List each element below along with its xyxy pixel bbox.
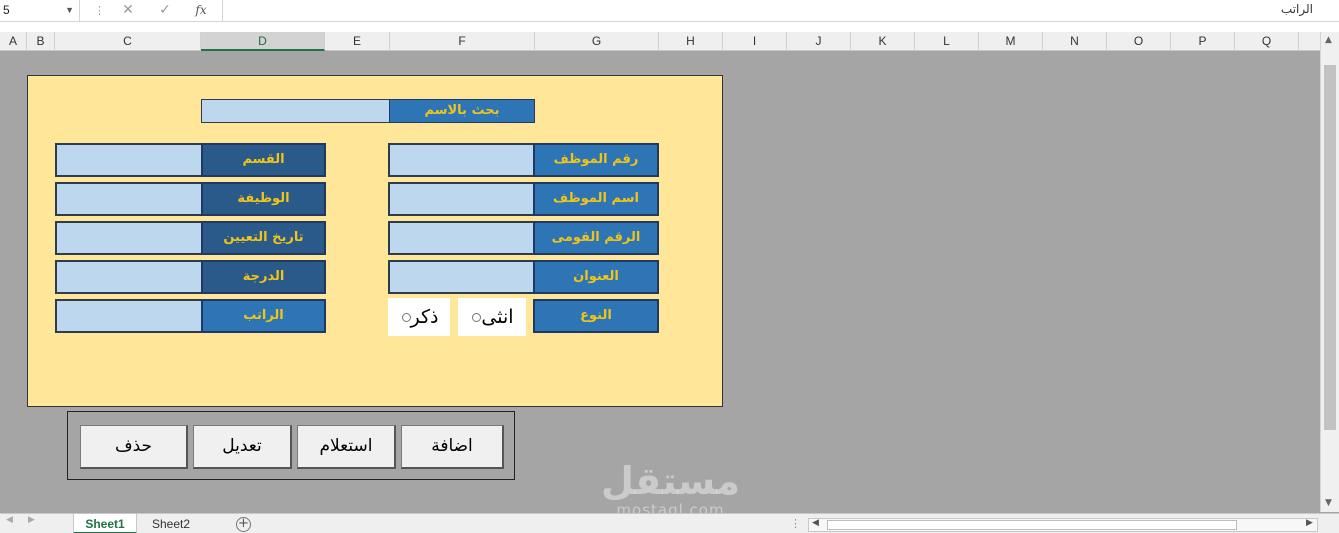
grip-icon: ⋮	[94, 4, 105, 17]
column-B[interactable]: B	[27, 32, 55, 51]
column-N[interactable]: N	[1043, 32, 1107, 51]
chevron-down-icon[interactable]: ▼	[65, 0, 74, 21]
vertical-scrollbar[interactable]: ▲ ▼	[1320, 32, 1339, 512]
name-box[interactable]: 5 ▼	[0, 0, 80, 21]
enter-icon[interactable]: ✓	[153, 0, 177, 21]
watermark: مستقل mostaql.com	[598, 460, 743, 518]
column-M[interactable]: M	[979, 32, 1043, 51]
salary-input[interactable]	[55, 299, 203, 333]
search-label: بحث بالاسم	[389, 99, 535, 123]
hire-date-label: تاريخ التعيين	[201, 221, 326, 255]
scroll-left-icon[interactable]: ◀	[812, 518, 819, 528]
gender-label: النوع	[533, 299, 659, 333]
grade-input[interactable]	[55, 260, 203, 294]
column-Q[interactable]: Q	[1235, 32, 1299, 51]
column-L[interactable]: L	[915, 32, 979, 51]
column-J[interactable]: J	[787, 32, 851, 51]
search-input[interactable]	[201, 99, 391, 123]
scroll-down-icon[interactable]: ▼	[1325, 498, 1332, 508]
delete-button[interactable]: حذف	[80, 425, 188, 469]
column-K[interactable]: K	[851, 32, 915, 51]
employee-name-input[interactable]	[388, 182, 535, 216]
name-box-value: 5	[3, 3, 10, 17]
department-input[interactable]	[55, 143, 203, 177]
employee-name-label: اسم الموظف	[533, 182, 659, 216]
gender-male-label: ذكر	[410, 306, 439, 328]
gender-male-option[interactable]: ذكر	[388, 298, 450, 336]
scroll-up-icon[interactable]: ▲	[1325, 35, 1332, 45]
job-input[interactable]	[55, 182, 203, 216]
tab-sheet2[interactable]: Sheet2	[141, 514, 201, 533]
formula-content: الراتب	[1280, 2, 1313, 16]
column-E[interactable]: E	[325, 32, 390, 51]
excel-window: 5 ▼ ⋮ ✕ ✓ fx الراتب A B C D E F G H I J …	[0, 0, 1339, 533]
add-button[interactable]: اضافة	[401, 425, 504, 469]
address-label: العنوان	[533, 260, 659, 294]
edit-button[interactable]: تعديل	[193, 425, 292, 469]
sheet-tab-bar: ◀ ▶ Sheet1 Sheet2 + ⋮ ◀ ▶	[0, 513, 1339, 533]
column-D[interactable]: D	[201, 32, 325, 51]
gender-female-option[interactable]: انثى	[458, 298, 526, 336]
column-P[interactable]: P	[1171, 32, 1235, 51]
prev-sheet-icon[interactable]: ◀	[6, 515, 13, 525]
column-G[interactable]: G	[535, 32, 659, 51]
column-A[interactable]: A	[0, 32, 27, 51]
scroll-right-icon[interactable]: ▶	[1306, 518, 1313, 528]
national-id-label: الرقم القومى	[533, 221, 659, 255]
column-H[interactable]: H	[659, 32, 723, 51]
hire-date-input[interactable]	[55, 221, 203, 255]
formula-input[interactable]: الراتب	[222, 0, 1339, 21]
insert-function-icon[interactable]: fx	[189, 0, 213, 21]
plus-circle-icon[interactable]: +	[236, 517, 251, 532]
more-icon[interactable]: ⋮	[790, 517, 801, 530]
column-O[interactable]: O	[1107, 32, 1171, 51]
tab-sheet1[interactable]: Sheet1	[73, 514, 137, 533]
column-C[interactable]: C	[55, 32, 201, 51]
grade-label: الدرجة	[201, 260, 326, 294]
department-label: القسم	[201, 143, 326, 177]
column-header: A B C D E F G H I J K L M N O P Q	[0, 32, 1339, 51]
column-I[interactable]: I	[723, 32, 787, 51]
horizontal-scrollbar[interactable]: ◀ ▶	[808, 518, 1318, 532]
scroll-thumb[interactable]	[1324, 65, 1336, 430]
hscroll-thumb[interactable]	[827, 520, 1237, 530]
employee-id-input[interactable]	[388, 143, 535, 177]
salary-label: الراتب	[201, 299, 326, 333]
national-id-input[interactable]	[388, 221, 535, 255]
query-button[interactable]: استعلام	[297, 425, 396, 469]
watermark-brand: مستقل	[601, 459, 740, 503]
address-input[interactable]	[388, 260, 535, 294]
employee-id-label: رقم الموظف	[533, 143, 659, 177]
job-label: الوظيفة	[201, 182, 326, 216]
cancel-icon[interactable]: ✕	[116, 0, 140, 21]
column-F[interactable]: F	[390, 32, 535, 51]
toolbar-gap	[0, 22, 1339, 32]
radio-icon[interactable]	[401, 313, 411, 322]
gender-female-label: انثى	[481, 306, 514, 328]
next-sheet-icon[interactable]: ▶	[28, 515, 35, 525]
formula-bar: 5 ▼ ⋮ ✕ ✓ fx الراتب	[0, 0, 1339, 22]
